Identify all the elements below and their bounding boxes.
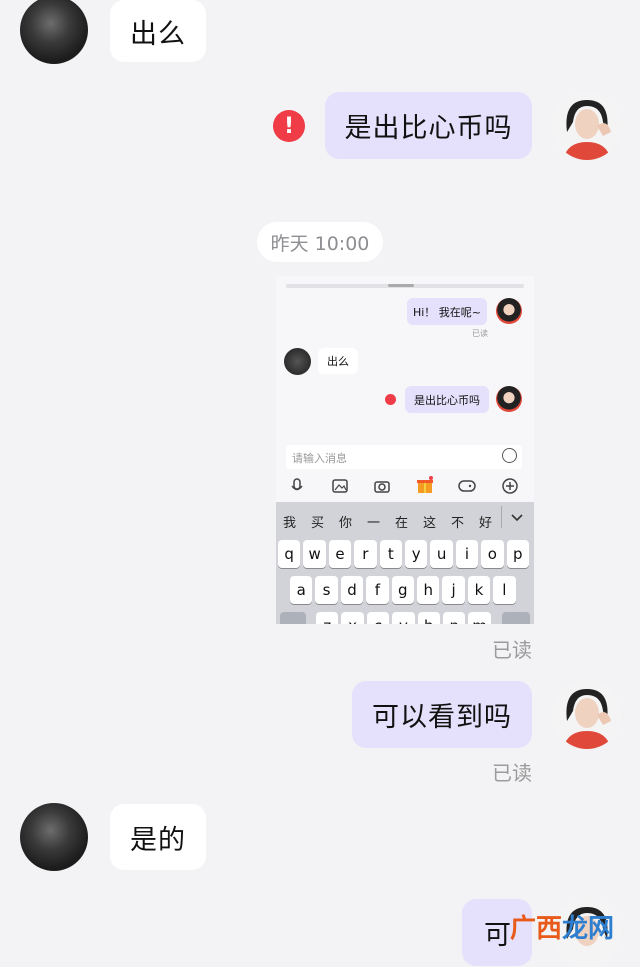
chevron-down-icon bbox=[510, 508, 524, 527]
embedded-send-failed-icon bbox=[385, 394, 396, 405]
timestamp: 昨天 10:00 bbox=[257, 222, 383, 262]
image-message[interactable]: Hi！ 我在呢~ 已读 出么 是出比心币吗 请输入消息 我 买 你 一 在 这 … bbox=[276, 276, 534, 624]
candidate-word: 我 bbox=[283, 516, 297, 531]
image-icon bbox=[330, 476, 350, 496]
input-placeholder: 请输入消息 bbox=[292, 452, 347, 465]
embedded-message-right: 是出比心币吗 bbox=[405, 386, 489, 413]
message-bubble-right[interactable]: 是出比心币吗 bbox=[325, 92, 532, 159]
key-r: r bbox=[354, 540, 377, 568]
candidate-word: 好 bbox=[479, 516, 493, 531]
voice-icon bbox=[287, 476, 307, 496]
embedded-self-avatar bbox=[496, 298, 522, 324]
key-f: f bbox=[366, 576, 389, 604]
contact-avatar[interactable] bbox=[20, 803, 88, 871]
delete-key bbox=[502, 612, 530, 624]
embedded-read-status: 已读 bbox=[472, 329, 488, 338]
watermark: 广西龙网 bbox=[510, 914, 615, 944]
key-n: n bbox=[443, 612, 466, 624]
divider bbox=[501, 506, 502, 528]
key-x: x bbox=[341, 612, 364, 624]
embedded-message-left: 出么 bbox=[318, 348, 358, 374]
message-text: 是的 bbox=[130, 824, 186, 856]
embedded-self-avatar bbox=[496, 386, 522, 412]
key-o: o bbox=[481, 540, 504, 568]
page-dots bbox=[388, 284, 414, 287]
key-u: u bbox=[430, 540, 453, 568]
candidate-word: 买 bbox=[311, 516, 325, 531]
key-d: d bbox=[340, 576, 364, 604]
key-i: i bbox=[455, 540, 479, 568]
key-q: q bbox=[278, 540, 301, 568]
gift-icon bbox=[415, 475, 435, 495]
embedded-message-input: 请输入消息 bbox=[286, 445, 522, 469]
key-s: s bbox=[315, 576, 338, 604]
message-bubble-right[interactable]: 可以看到吗 bbox=[352, 681, 532, 748]
candidate-word: 在 bbox=[395, 516, 409, 531]
embedded-contact-avatar bbox=[284, 348, 311, 375]
game-icon bbox=[457, 476, 477, 496]
candidate-word: 你 bbox=[339, 516, 353, 531]
key-a: a bbox=[290, 576, 313, 604]
key-v: v bbox=[392, 612, 415, 624]
key-h: h bbox=[417, 576, 440, 604]
message-bubble-left[interactable]: 是的 bbox=[110, 804, 206, 870]
key-w: w bbox=[303, 540, 326, 568]
message-text: 是出比心币吗 bbox=[344, 113, 513, 144]
key-b: b bbox=[417, 612, 440, 624]
send-failed-icon[interactable]: ! bbox=[273, 110, 305, 142]
key-j: j bbox=[442, 576, 465, 604]
message-text: 可以看到吗 bbox=[372, 702, 512, 733]
camera-icon bbox=[372, 476, 392, 496]
key-t: t bbox=[379, 540, 402, 568]
emoji-icon bbox=[502, 448, 517, 463]
key-k: k bbox=[467, 576, 491, 604]
candidate-word: 不 bbox=[451, 516, 465, 531]
self-avatar[interactable] bbox=[553, 681, 621, 749]
message-bubble-left[interactable]: 出么 bbox=[110, 0, 206, 62]
candidate-word: 一 bbox=[367, 516, 381, 531]
key-p: p bbox=[506, 540, 529, 568]
candidate-word: 这 bbox=[423, 516, 437, 531]
self-avatar[interactable] bbox=[553, 92, 621, 160]
message-text: 出么 bbox=[130, 18, 186, 50]
key-g: g bbox=[391, 576, 414, 604]
shift-key bbox=[280, 612, 306, 624]
key-c: c bbox=[366, 612, 390, 624]
key-e: e bbox=[328, 540, 352, 568]
embedded-message-right: Hi！ 我在呢~ bbox=[407, 298, 487, 325]
key-y: y bbox=[405, 540, 428, 568]
add-icon bbox=[500, 476, 520, 496]
key-m: m bbox=[468, 612, 491, 624]
contact-avatar[interactable] bbox=[20, 0, 88, 64]
key-l: l bbox=[493, 576, 516, 604]
keyboard: 我 买 你 一 在 这 不 好 qwertyuiop asdfghjkl zxcvb… bbox=[276, 502, 534, 624]
message-text: 可 bbox=[484, 920, 512, 951]
read-status: 已读 bbox=[492, 761, 532, 785]
key-z: z bbox=[316, 612, 339, 624]
read-status: 已读 bbox=[492, 638, 532, 662]
